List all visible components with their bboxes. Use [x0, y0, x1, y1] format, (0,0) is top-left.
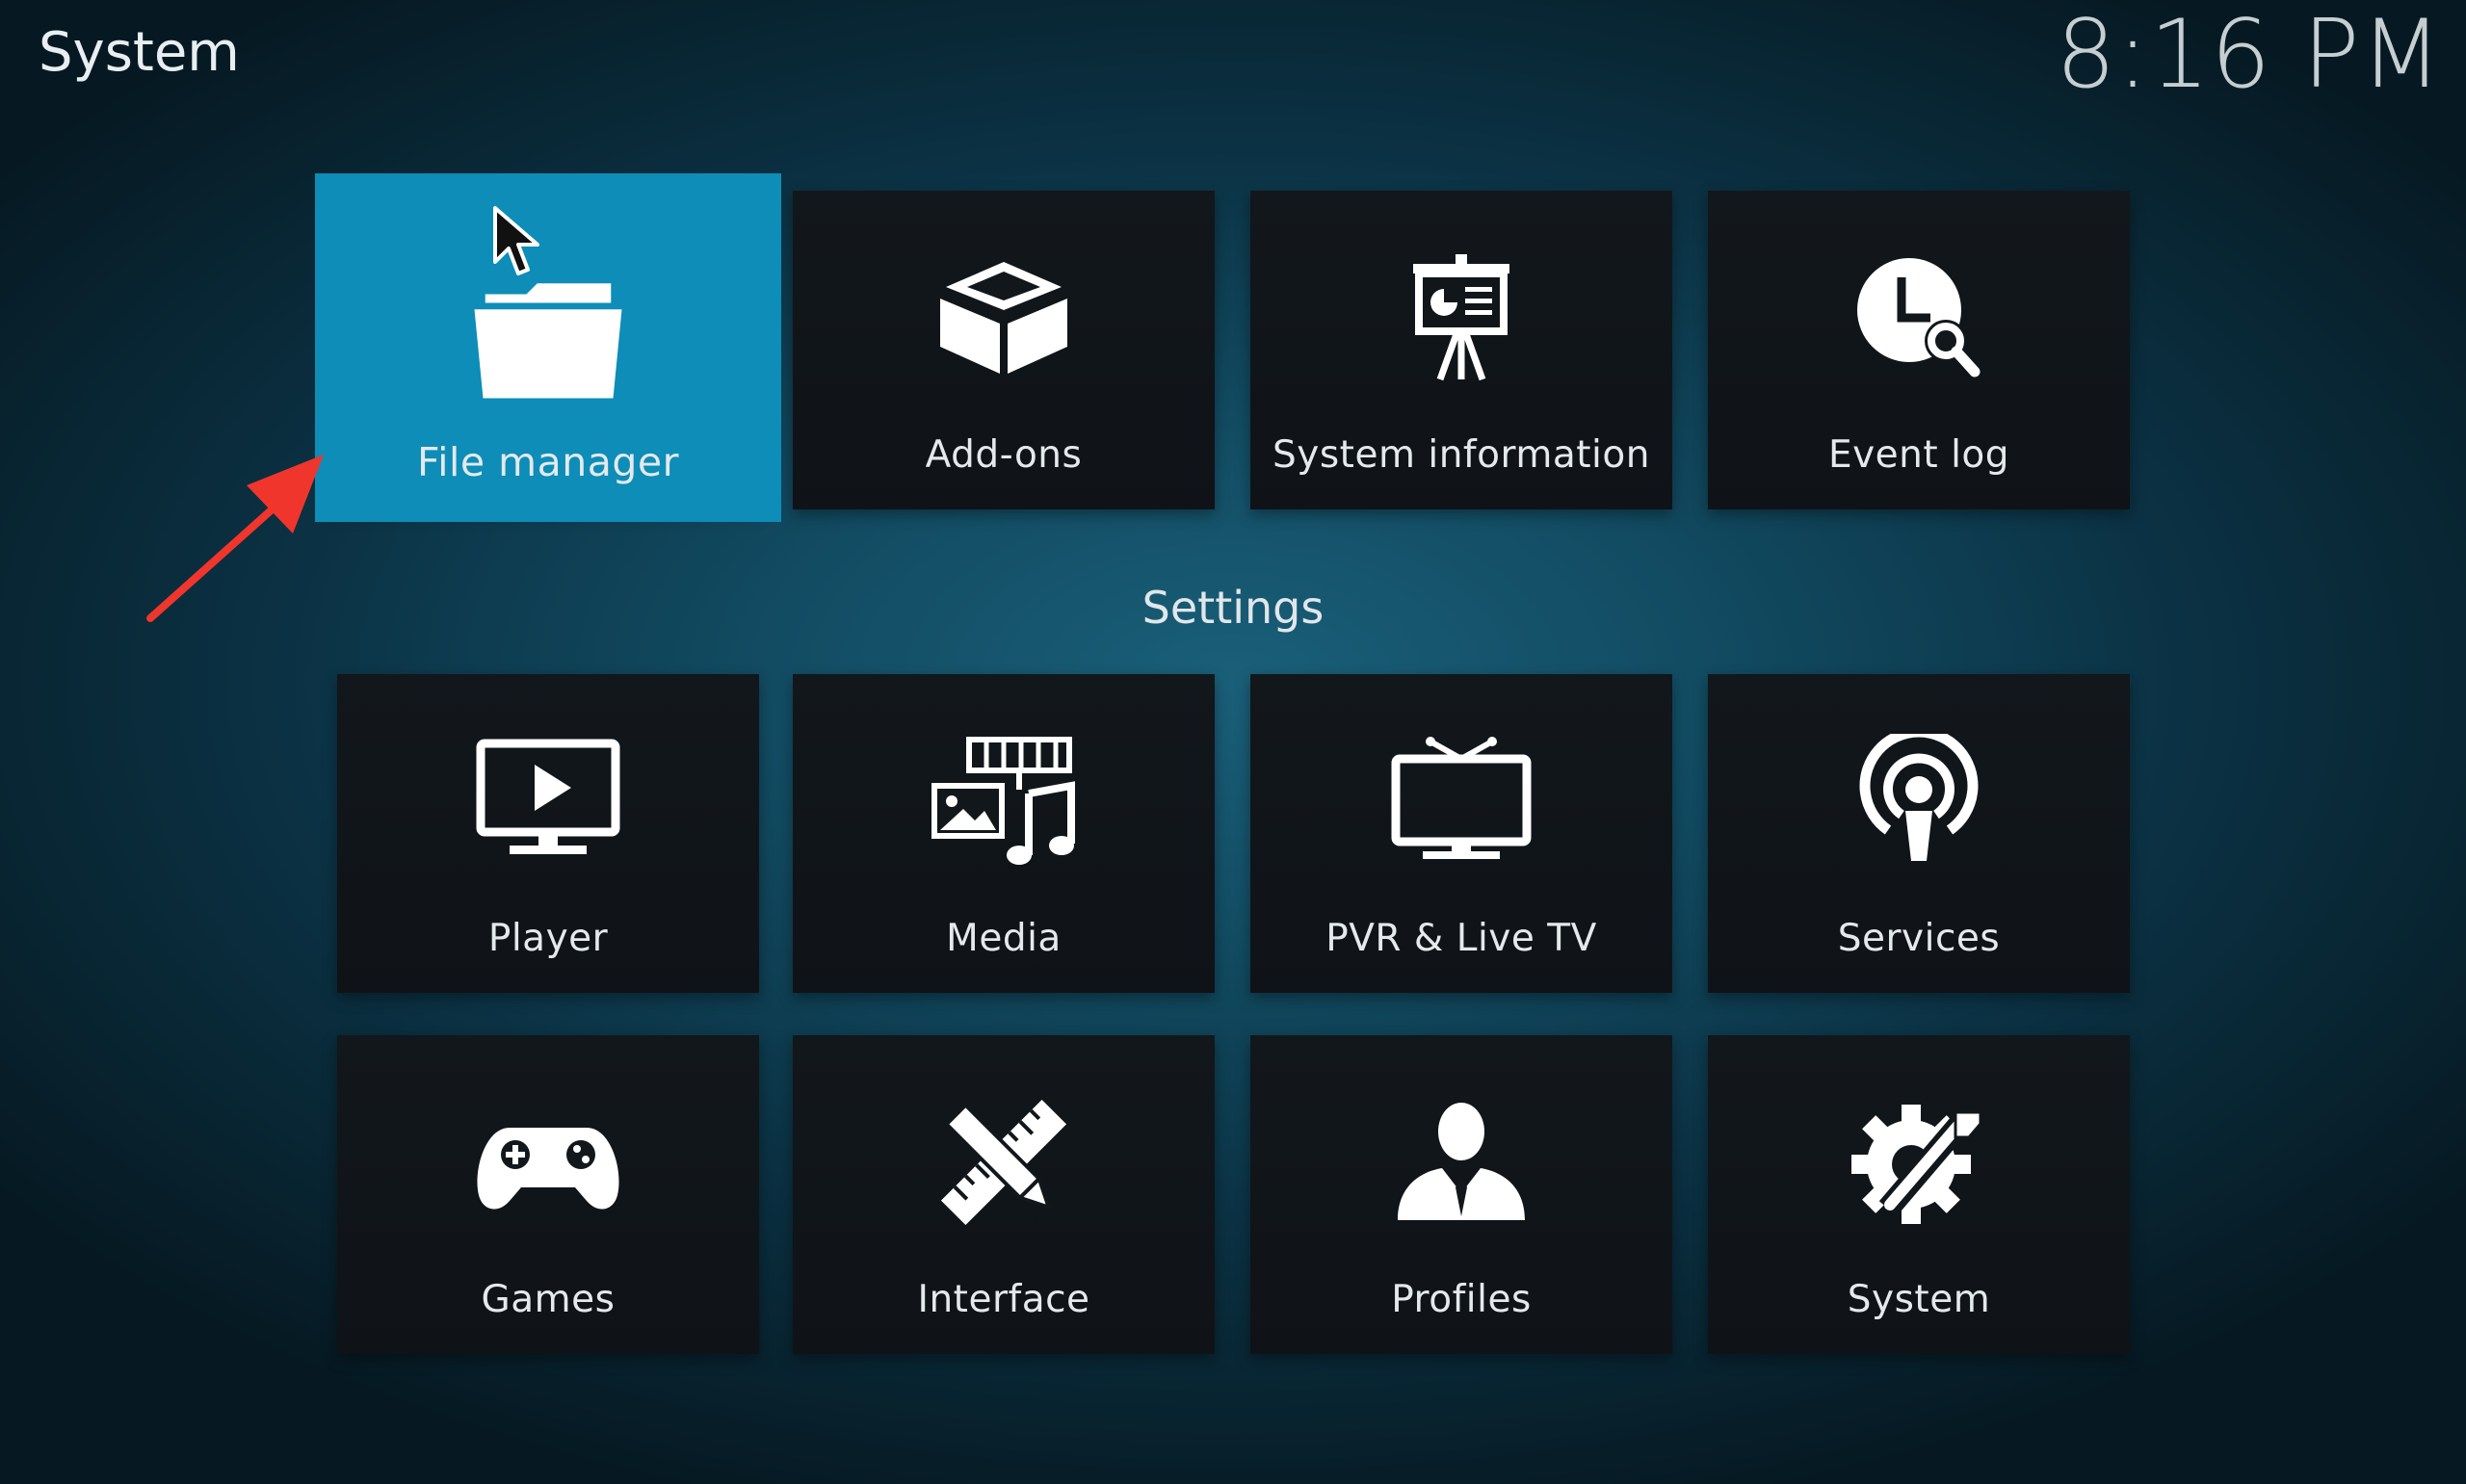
games-tile[interactable]: Games [337, 1035, 759, 1354]
tile-label: System [1847, 1278, 1991, 1321]
mouse-cursor-icon [491, 204, 541, 281]
tile-label: Services [1837, 917, 2001, 960]
user-icon [1384, 1095, 1538, 1230]
tv-icon [1384, 734, 1538, 869]
tile-label: System information [1272, 433, 1650, 477]
services-tile[interactable]: Services [1708, 674, 2130, 993]
page-title: System [39, 21, 240, 84]
add-ons-tile[interactable]: Add-ons [793, 191, 1215, 509]
interface-tile[interactable]: Interface [793, 1035, 1215, 1354]
tile-label: Games [481, 1278, 616, 1321]
tile-label: Media [946, 917, 1062, 960]
system-information-tile[interactable]: System information [1250, 191, 1672, 509]
event-log-tile[interactable]: Event log [1708, 191, 2130, 509]
presentation-icon [1384, 250, 1538, 385]
player-tile[interactable]: Player [337, 674, 759, 993]
tile-label: File manager [417, 439, 679, 485]
clock-search-icon [1842, 250, 1996, 385]
gamepad-icon [471, 1095, 625, 1230]
file-manager-tile-focused[interactable]: File manager [315, 173, 781, 522]
settings-heading: Settings [1141, 582, 1325, 634]
podcast-icon [1842, 726, 1996, 869]
folder-icon [461, 256, 635, 410]
system-settings-tile[interactable]: System [1708, 1035, 2130, 1354]
tile-label: Event log [1827, 433, 2010, 477]
tile-label: Add-ons [925, 433, 1083, 477]
media-tile[interactable]: Media [793, 674, 1215, 993]
pvr-live-tv-tile[interactable]: PVR & Live TV [1250, 674, 1672, 993]
monitor-play-icon [471, 734, 625, 869]
tile-label: Profiles [1391, 1278, 1532, 1321]
tile-label: Interface [917, 1278, 1090, 1321]
annotation-arrow-icon [143, 445, 335, 624]
tile-label: Player [487, 917, 609, 960]
box-icon [927, 250, 1081, 385]
pencil-ruler-icon [927, 1095, 1081, 1230]
media-icon [927, 734, 1081, 869]
clock: 8:16 PM [2056, 0, 2443, 110]
profiles-tile[interactable]: Profiles [1250, 1035, 1672, 1354]
tile-label: PVR & Live TV [1325, 917, 1597, 960]
gear-wrench-icon [1842, 1095, 1996, 1230]
